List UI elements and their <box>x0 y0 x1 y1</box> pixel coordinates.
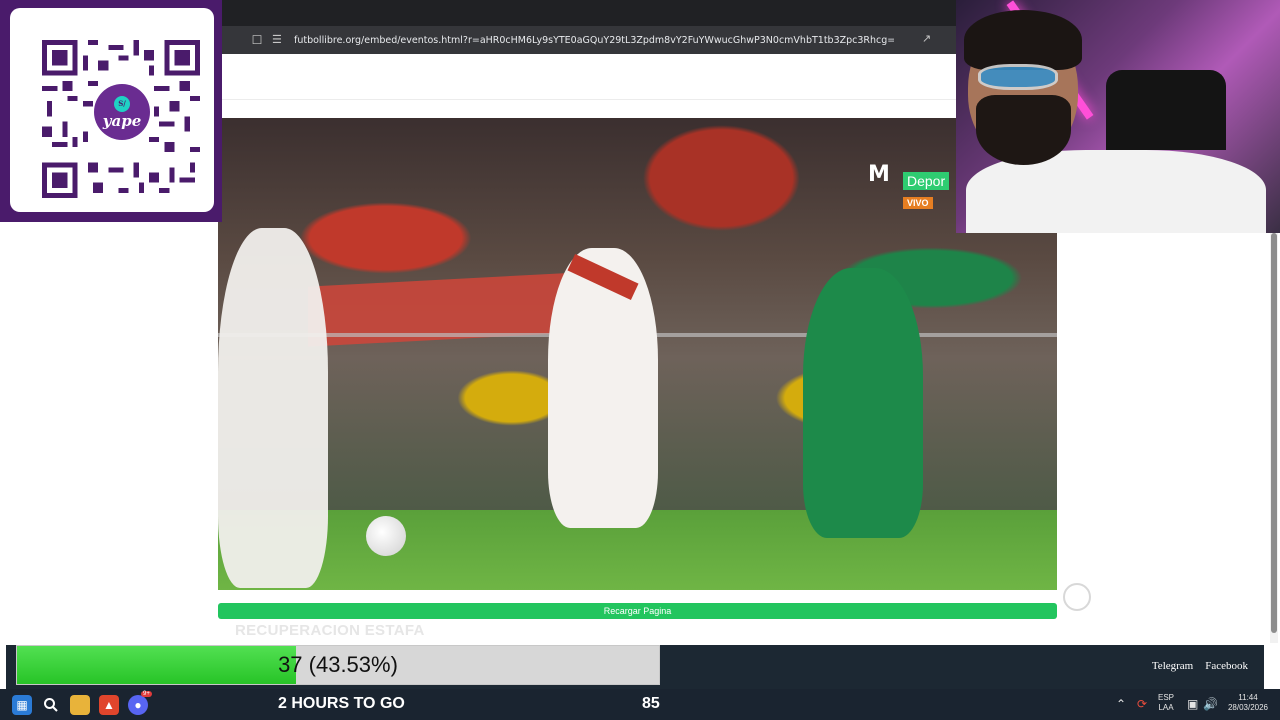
reload-page-button[interactable]: Recargar Pagina <box>218 603 1057 619</box>
yape-coin-icon: S/ <box>114 95 130 112</box>
goal-progress-bar: 37 (43.53%) <box>16 645 660 685</box>
display-icon[interactable]: ▣ <box>1187 697 1198 711</box>
yape-logo: S/ yape <box>94 84 150 140</box>
browser-tab-strip <box>222 0 956 26</box>
bookmark-icon[interactable]: ☐ <box>250 33 264 47</box>
brave-browser-icon[interactable]: ▲ <box>99 695 119 715</box>
share-icon[interactable]: ↗ <box>922 32 936 46</box>
clock-time: 11:44 <box>1238 693 1258 702</box>
footer-links: Telegram Facebook <box>1152 660 1248 672</box>
goal-progress-label: 37 (43.53%) <box>278 652 398 677</box>
yape-wordmark: yape <box>102 111 142 130</box>
broadcaster-logo: M <box>868 162 890 187</box>
page-scrollbar[interactable] <box>1270 233 1278 643</box>
discord-notification-badge: 9+ <box>141 691 152 697</box>
search-icon[interactable] <box>41 695 61 715</box>
screen: ☐ ☰ futbollibre.org/embed/eventos.html?r… <box>0 0 1280 720</box>
site-info-icon[interactable]: ☰ <box>272 33 286 47</box>
windows-taskbar: ▦ ▲ ● 9+ 2 HOURS TO GO 85 ⌃ ⟳ ESP LAA ▣ … <box>0 689 1280 720</box>
streamer-webcam <box>956 0 1280 233</box>
gaming-chair <box>1106 70 1226 150</box>
facebook-link[interactable]: Facebook <box>1205 660 1248 672</box>
faded-heading: RECUPERACION ESTAFA <box>235 622 425 639</box>
clock-date: 28/03/2026 <box>1227 703 1269 712</box>
donation-qr-panel: S/ yape <box>0 0 222 222</box>
telegram-link[interactable]: Telegram <box>1152 660 1193 672</box>
live-badge: VIVO <box>903 197 933 209</box>
streamer-hair <box>964 10 1082 70</box>
channel-tag: Depor <box>903 172 950 190</box>
clock[interactable]: 11:44 28/03/2026 <box>1224 693 1272 713</box>
volume-icon[interactable]: 🔊 <box>1203 697 1218 711</box>
video-frame-player <box>803 268 923 538</box>
discord-icon[interactable]: ● <box>128 695 148 715</box>
start-icon[interactable]: ▦ <box>12 695 32 715</box>
chevron-up-icon[interactable]: ⌃ <box>1116 697 1126 711</box>
url-text[interactable]: futbollibre.org/embed/eventos.html?r=aHR… <box>294 35 894 46</box>
video-player[interactable]: M Depor VIVO <box>218 118 1057 590</box>
video-frame-player <box>548 248 658 528</box>
video-frame-player <box>218 228 328 588</box>
page-header-area <box>222 54 956 100</box>
address-bar[interactable]: ☐ ☰ futbollibre.org/embed/eventos.html?r… <box>222 26 956 54</box>
keyboard-layout: LAA <box>1158 703 1174 712</box>
language-code: ESP <box>1158 693 1175 702</box>
qr-card: S/ yape <box>10 8 214 212</box>
scrollbar-thumb[interactable] <box>1271 233 1277 633</box>
streamer-sunglasses <box>978 64 1058 90</box>
file-explorer-icon[interactable] <box>70 695 90 715</box>
network-sync-icon[interactable]: ⟳ <box>1137 697 1147 711</box>
video-frame-ball <box>366 516 406 556</box>
goal-target: 85 <box>642 695 660 712</box>
language-indicator[interactable]: ESP LAA <box>1158 693 1174 713</box>
goal-countdown: 2 HOURS TO GO <box>278 695 405 712</box>
streamer-beard <box>976 95 1071 165</box>
loading-spinner <box>1063 583 1091 611</box>
